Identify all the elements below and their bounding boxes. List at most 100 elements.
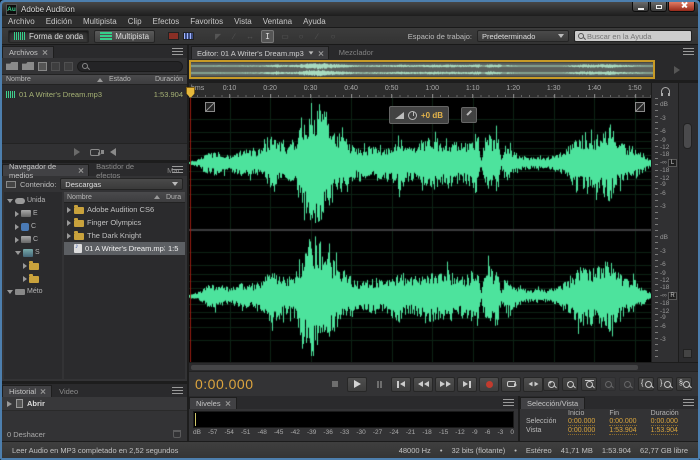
caret-closed-icon[interactable]: [67, 206, 71, 213]
zoom-out-button[interactable]: -: [562, 377, 578, 391]
pause-button[interactable]: [369, 377, 389, 392]
column-duracion[interactable]: Duración: [143, 76, 183, 83]
import-file-icon[interactable]: [22, 62, 34, 70]
tab-seleccion-vista[interactable]: Selección/Vista: [520, 397, 586, 409]
hud-pin-button[interactable]: [461, 107, 477, 123]
zoom-to-out-point-button[interactable]: }: [657, 377, 673, 391]
caret-closed-icon[interactable]: [15, 236, 19, 243]
tab-editor[interactable]: Editor: 01 A Writer's Dream.mp3: [191, 46, 329, 59]
waveform-display-icon[interactable]: [168, 32, 180, 40]
files-search-input[interactable]: [91, 62, 178, 70]
panel-menu-icon[interactable]: [503, 399, 514, 406]
zoom-amplitude-in-button[interactable]: [600, 377, 616, 391]
tree-item[interactable]: Unida: [4, 194, 62, 207]
caret-closed-icon[interactable]: [67, 232, 71, 239]
new-file-icon[interactable]: [38, 61, 47, 71]
column-estado[interactable]: Estado: [109, 76, 143, 83]
tab-video[interactable]: Video: [52, 385, 85, 397]
tree-item[interactable]: C: [4, 233, 62, 246]
slip-tool-icon[interactable]: ↔: [245, 32, 255, 41]
caret-closed-icon[interactable]: [15, 223, 19, 230]
trash-icon[interactable]: [173, 430, 181, 438]
media-row[interactable]: 01 A Writer's Dream.mp31:5: [64, 242, 185, 255]
gain-knob-icon[interactable]: [408, 110, 417, 120]
help-search-input[interactable]: [587, 31, 688, 41]
auto-play-icon[interactable]: [100, 148, 116, 156]
paintbrush-tool-icon[interactable]: ∕: [312, 32, 322, 41]
column-duracion[interactable]: Dura: [166, 194, 182, 201]
overview-scroll-icon[interactable]: [673, 65, 680, 74]
spectral-display-icon[interactable]: [183, 32, 195, 40]
panel-menu-icon[interactable]: [172, 387, 183, 394]
column-nombre[interactable]: Nombre: [6, 76, 97, 83]
sort-ascending-icon[interactable]: [154, 195, 160, 199]
panel-menu-icon[interactable]: [683, 48, 694, 55]
overview-waveform-canvas[interactable]: [191, 62, 653, 77]
zoom-amplitude-out-button[interactable]: [619, 377, 635, 391]
caret-closed-icon[interactable]: [23, 262, 27, 269]
tab-navegador-de-medios[interactable]: Navegador de medios: [2, 162, 90, 180]
menu-ayuda[interactable]: Ayuda: [303, 17, 326, 26]
tree-item[interactable]: C: [4, 220, 62, 233]
vertical-scrollbar[interactable]: [678, 83, 698, 362]
caret-open-icon[interactable]: [15, 250, 21, 255]
selection-end-value[interactable]: 0:00.000: [609, 418, 637, 426]
close-icon[interactable]: [225, 401, 230, 406]
time-selection-tool-icon[interactable]: I: [261, 29, 275, 43]
workspace-dropdown[interactable]: Predeterminado: [477, 30, 569, 42]
tree-item[interactable]: [4, 272, 62, 285]
menu-ventana[interactable]: Ventana: [263, 17, 292, 26]
view-duration-value[interactable]: 1:53.904: [650, 427, 678, 435]
panel-corner-button[interactable]: [683, 349, 692, 358]
time-display[interactable]: 0:00.000: [195, 376, 325, 392]
zoom-in-button[interactable]: +: [543, 377, 559, 391]
go-to-start-button[interactable]: [391, 376, 411, 392]
horizontal-scrollbar[interactable]: [189, 362, 698, 371]
column-nombre[interactable]: Nombre: [67, 194, 154, 201]
media-row[interactable]: The Dark Knight: [64, 229, 185, 242]
loop-preview-icon[interactable]: [89, 148, 101, 156]
view-end-value[interactable]: 1:53.904: [609, 427, 637, 435]
spot-healing-tool-icon[interactable]: ○: [328, 32, 338, 41]
close-button[interactable]: [668, 2, 695, 12]
close-file-icon[interactable]: [64, 61, 73, 71]
insert-multitrack-icon[interactable]: [51, 61, 60, 71]
channel-right-select-box[interactable]: [635, 102, 645, 112]
zoom-to-selection-button[interactable]: §: [676, 377, 692, 391]
tree-item[interactable]: [4, 259, 62, 272]
lasso-tool-icon[interactable]: ○: [296, 32, 306, 41]
tab-mezclador[interactable]: Mezclador: [329, 46, 384, 59]
sort-ascending-icon[interactable]: [97, 77, 103, 82]
maximize-button[interactable]: [650, 2, 667, 12]
menu-vista[interactable]: Vista: [234, 17, 252, 26]
close-icon[interactable]: [40, 389, 45, 394]
files-search-box[interactable]: [77, 60, 183, 72]
fast-forward-button[interactable]: [435, 376, 455, 392]
panel-menu-icon[interactable]: [683, 399, 694, 406]
caret-open-icon[interactable]: [7, 289, 13, 294]
amplitude-ruler[interactable]: dB -3 -3 -6 -6 -9 -9 -12 -12 -18 -18 -∞ LdB -3 -3 -6 -6-…: [652, 98, 678, 362]
close-icon[interactable]: [318, 51, 323, 56]
selection-start-value[interactable]: 0:00.000: [568, 418, 596, 426]
go-to-end-button[interactable]: [457, 376, 477, 392]
title-bar[interactable]: Au Adobe Audition: [2, 2, 698, 16]
tab-historial[interactable]: Historial: [2, 385, 53, 397]
tab-niveles[interactable]: Niveles: [189, 397, 237, 409]
marquee-tool-icon[interactable]: ▭: [280, 32, 290, 41]
headphones-icon[interactable]: [660, 87, 670, 96]
zoom-to-in-point-button[interactable]: {: [638, 377, 654, 391]
channel-badge-left[interactable]: L: [668, 159, 677, 167]
media-row[interactable]: Adobe Audition CS6: [64, 203, 185, 216]
play-button[interactable]: [347, 376, 367, 392]
caret-closed-icon[interactable]: [67, 219, 71, 226]
menu-clip[interactable]: Clip: [128, 17, 142, 26]
overview-range-bar[interactable]: [189, 60, 655, 79]
preview-play-icon[interactable]: [73, 148, 80, 156]
tree-item[interactable]: E: [4, 207, 62, 220]
record-button[interactable]: [479, 376, 499, 392]
waveform-canvas[interactable]: [189, 98, 651, 362]
file-row[interactable]: 01 A Writer's Dream.mp3 1:53.904: [2, 88, 187, 100]
chevron-down-icon[interactable]: [308, 51, 314, 55]
menu-edición[interactable]: Edición: [46, 17, 72, 26]
gain-hud[interactable]: +0 dB: [389, 106, 450, 124]
